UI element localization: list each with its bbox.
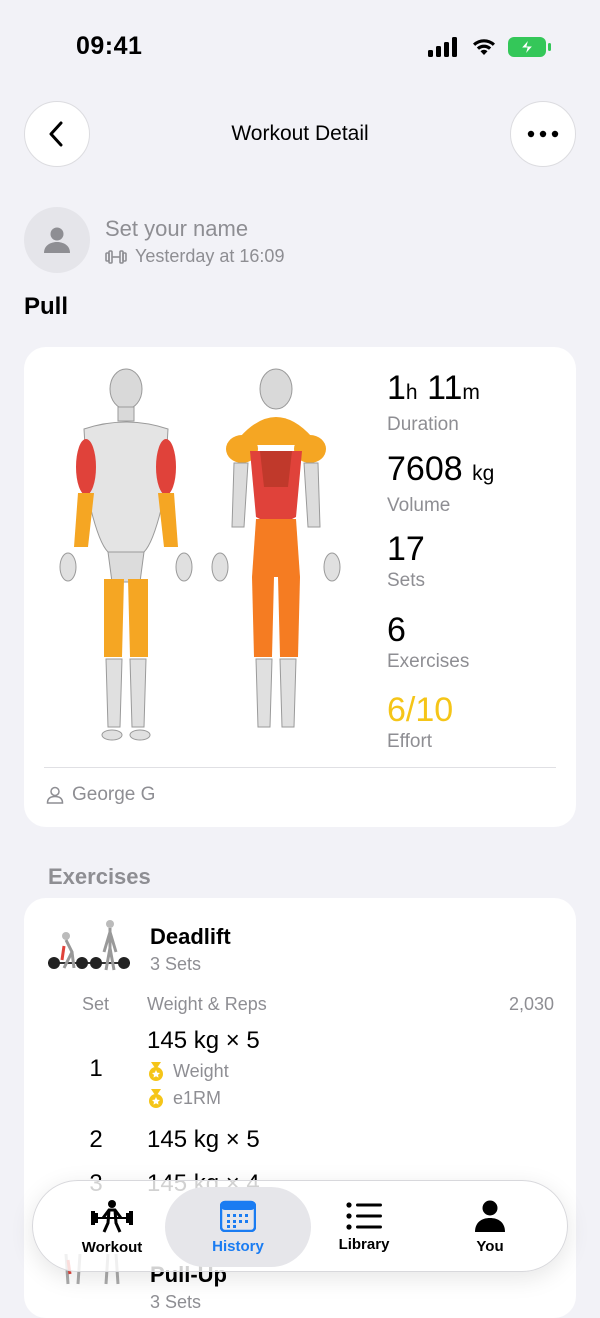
next-exercise-sets-summary: 3 Sets (150, 1292, 202, 1312)
exercises-section-title: Exercises (48, 864, 151, 889)
owner-name: George G (72, 784, 156, 805)
tab-label: You (476, 1237, 504, 1255)
cellular-signal-icon (428, 37, 457, 57)
tab-bar: Workout History Library You (32, 1180, 568, 1272)
column-header-weight-reps: Weight & Reps (147, 994, 267, 1014)
person-outline-icon (46, 786, 64, 804)
more-options-button[interactable] (510, 101, 576, 167)
back-body-figure (211, 368, 341, 728)
tab-label: Workout (81, 1238, 143, 1256)
status-time: 09:41 (76, 32, 143, 60)
tab-you[interactable]: You (425, 1181, 555, 1273)
set-number: 2 (89, 1126, 103, 1153)
effort-stat[interactable]: 6/10 Effort (387, 691, 453, 753)
workout-title: Pull (24, 293, 69, 320)
tab-workout[interactable]: Workout (47, 1181, 177, 1273)
user-name-placeholder[interactable]: Set your name (105, 216, 248, 242)
calendar-icon (220, 1200, 256, 1232)
exercises-label: Exercises (387, 651, 470, 672)
deadlift-thumbnail (48, 920, 130, 971)
workout-summary-card: 1h 11m Duration 7608 kg Volume 17 Sets 6… (24, 347, 576, 827)
wifi-icon (473, 39, 495, 55)
duration-stat: 1h 11m Duration (387, 369, 480, 436)
workout-figure-icon (91, 1199, 133, 1233)
person-icon (475, 1200, 505, 1232)
sets-stat: 17 Sets (387, 530, 425, 592)
tab-label: Library (338, 1235, 390, 1253)
medal-icon (149, 1061, 163, 1081)
tab-history[interactable]: History (173, 1181, 303, 1273)
duration-value: 1h 11m (387, 369, 480, 407)
timestamp-text: Yesterday at 16:09 (135, 246, 285, 266)
set-weight-reps: 145 kg × 5 (147, 1126, 260, 1153)
set-number: 1 (89, 1055, 103, 1082)
exercises-value: 6 (387, 611, 406, 649)
muscle-map-figure (59, 368, 341, 741)
ellipsis-icon (527, 130, 559, 138)
person-placeholder-icon (44, 227, 70, 253)
card-divider (44, 767, 556, 768)
exercise-sets-summary: 3 Sets (150, 954, 202, 974)
workout-owner: George G (46, 784, 155, 806)
sets-label: Sets (387, 570, 426, 591)
set-weight-reps: 145 kg × 5 (147, 1027, 260, 1054)
sets-value: 17 (387, 530, 425, 568)
battery-charging-icon (508, 37, 551, 57)
exercises-stat: 6 Exercises (387, 611, 469, 673)
front-body-figure (59, 368, 193, 741)
column-header-total: 2,030 (508, 994, 554, 1014)
tab-label: History (212, 1237, 264, 1255)
tab-library[interactable]: Library (299, 1181, 429, 1273)
pr-badge-weight: Weight (147, 1061, 229, 1082)
dumbbell-icon (105, 249, 127, 264)
medal-icon (149, 1088, 163, 1108)
workout-timestamp-row: Yesterday at 16:09 (105, 246, 284, 267)
volume-value: 7608 kg (387, 450, 495, 488)
exercise-name[interactable]: Deadlift (150, 924, 231, 950)
pr-badge-e1rm: e1RM (147, 1088, 221, 1109)
effort-label: Effort (387, 731, 433, 752)
effort-value: 6/10 (387, 691, 454, 729)
volume-label: Volume (387, 495, 451, 516)
column-header-set: Set (82, 994, 110, 1014)
duration-label: Duration (387, 414, 459, 435)
list-icon (346, 1201, 382, 1230)
volume-stat: 7608 kg Volume (387, 450, 494, 517)
avatar[interactable] (24, 207, 90, 273)
status-icons (428, 36, 552, 58)
